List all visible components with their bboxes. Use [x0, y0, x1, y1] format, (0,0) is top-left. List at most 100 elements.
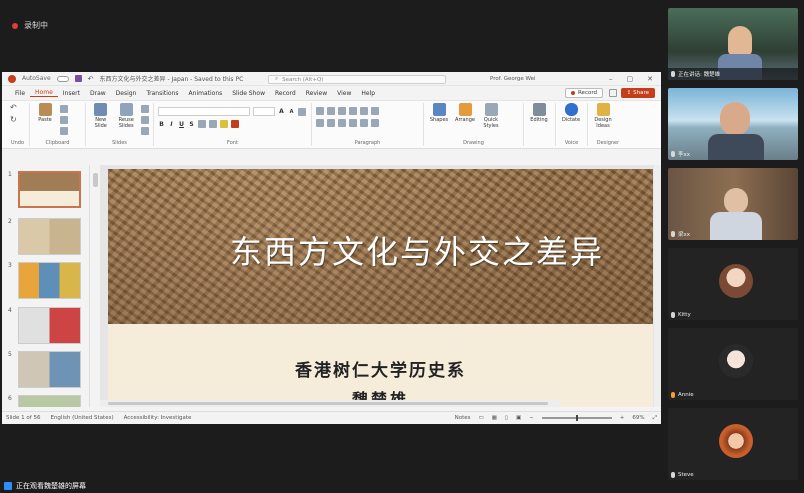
search-box[interactable]: ⌕ Search (Alt+Q) — [268, 75, 446, 84]
undo-icon[interactable]: ↶ — [10, 103, 17, 112]
notes-button[interactable]: Notes — [455, 415, 471, 421]
bullets-icon[interactable] — [316, 107, 324, 115]
redo-icon[interactable]: ↻ — [10, 115, 17, 124]
normal-view-icon[interactable]: ▭ — [479, 415, 484, 421]
minimize-icon[interactable]: – — [609, 75, 613, 83]
thumbnail-scrollbar[interactable] — [91, 165, 100, 407]
increase-indent-icon[interactable] — [349, 107, 357, 115]
section-icon[interactable] — [141, 127, 149, 135]
underline-button[interactable]: U — [178, 121, 185, 128]
zoom-knob[interactable] — [575, 415, 578, 421]
slide-thumbnail-5[interactable] — [18, 351, 81, 388]
slide-thumbnail-1[interactable] — [18, 171, 81, 208]
accessibility-status[interactable]: Accessibility: Investigate — [124, 415, 192, 421]
justify-icon[interactable] — [349, 119, 357, 127]
save-icon[interactable] — [74, 75, 82, 82]
tab-view[interactable]: View — [332, 90, 356, 97]
slide-thumbnail-6[interactable] — [18, 395, 81, 407]
zoom-out-icon[interactable]: − — [529, 415, 534, 421]
tab-home[interactable]: Home — [30, 89, 58, 97]
zoom-slider[interactable] — [541, 415, 612, 421]
numbering-icon[interactable] — [327, 107, 335, 115]
tab-help[interactable]: Help — [356, 90, 380, 97]
change-case-icon[interactable] — [209, 120, 217, 128]
italic-button[interactable]: I — [168, 121, 175, 128]
arrange-button[interactable]: Arrange — [454, 103, 476, 123]
paste-button[interactable]: Paste — [34, 103, 56, 123]
align-left-icon[interactable] — [316, 119, 324, 127]
tab-review[interactable]: Review — [301, 90, 332, 97]
tab-insert[interactable]: Insert — [58, 90, 85, 97]
font-name-input[interactable] — [158, 107, 250, 116]
share-button[interactable]: ⇪ Share — [620, 88, 655, 98]
slide-thumbnail-4[interactable] — [18, 307, 81, 344]
slide-sorter-icon[interactable]: ▦ — [492, 415, 497, 421]
tab-draw[interactable]: Draw — [85, 90, 111, 97]
participant-tile[interactable]: 李xx — [668, 88, 798, 160]
clear-format-icon[interactable] — [298, 107, 306, 116]
slide-title[interactable]: 东西方文化与外交之差异 — [230, 227, 604, 273]
slide-subtitle[interactable]: 香港树仁大学历史系 — [108, 356, 653, 381]
copy-icon[interactable] — [60, 116, 68, 124]
cut-icon[interactable] — [60, 105, 68, 113]
current-slide[interactable]: 东西方文化与外交之差异 香港树仁大学历史系 魏楚雄 — [108, 169, 653, 407]
tab-file[interactable]: File — [10, 90, 30, 97]
text-direction-icon[interactable] — [371, 107, 379, 115]
participant-tile[interactable]: 梁xx — [668, 168, 798, 240]
autosave-toggle[interactable] — [56, 75, 69, 82]
grow-font-button[interactable]: A — [278, 108, 285, 115]
maximize-icon[interactable]: ▢ — [627, 75, 634, 83]
bold-button[interactable]: B — [158, 121, 165, 128]
participant-tile[interactable]: 正在讲话: 魏楚雄 — [668, 8, 798, 80]
reading-view-icon[interactable]: ▯ — [505, 415, 508, 421]
design-ideas-button[interactable]: Design Ideas — [592, 103, 614, 129]
comments-icon[interactable] — [609, 89, 617, 97]
tab-animations[interactable]: Animations — [184, 90, 228, 97]
tab-record[interactable]: Record — [270, 90, 301, 97]
user-name[interactable]: Prof. George Wei — [490, 76, 536, 82]
slide-thumbnail-2[interactable] — [18, 218, 81, 255]
record-button[interactable]: Record — [564, 88, 603, 98]
tab-slide-show[interactable]: Slide Show — [227, 90, 270, 97]
zoom-level[interactable]: 69% — [632, 415, 644, 421]
char-spacing-icon[interactable] — [198, 120, 206, 128]
align-center-icon[interactable] — [327, 119, 335, 127]
language-status[interactable]: English (United States) — [50, 415, 113, 421]
participant-tile[interactable]: Kitty — [668, 248, 798, 320]
font-size-input[interactable] — [253, 107, 275, 116]
reuse-slides-button[interactable]: Reuse Slides — [116, 103, 138, 129]
columns-icon[interactable] — [360, 119, 368, 127]
participant-tile[interactable]: Steve — [668, 408, 798, 480]
decrease-indent-icon[interactable] — [338, 107, 346, 115]
participants-icon[interactable] — [4, 482, 12, 490]
font-color-icon[interactable] — [231, 120, 239, 128]
zoom-in-icon[interactable]: + — [620, 415, 625, 421]
align-right-icon[interactable] — [338, 119, 346, 127]
editing-button[interactable]: Editing — [528, 103, 550, 123]
slide-thumbnail-3[interactable] — [18, 262, 81, 299]
participant-tile[interactable]: Annie — [668, 328, 798, 400]
slide-scrollbar[interactable] — [654, 165, 661, 407]
tab-transitions[interactable]: Transitions — [141, 90, 183, 97]
dictate-label: Dictate — [561, 117, 581, 123]
layout-icon[interactable] — [141, 105, 149, 113]
close-icon[interactable]: ✕ — [647, 75, 653, 83]
new-slide-button[interactable]: New Slide — [90, 103, 112, 129]
scroll-thumb[interactable] — [93, 173, 98, 187]
horizontal-scrollbar[interactable] — [100, 400, 560, 407]
shadow-button[interactable]: S — [188, 121, 195, 128]
fit-slide-icon[interactable]: ⤢ — [653, 415, 657, 422]
reset-icon[interactable] — [141, 116, 149, 124]
line-spacing-icon[interactable] — [360, 107, 368, 115]
highlight-icon[interactable] — [220, 120, 228, 128]
smartart-icon[interactable] — [371, 119, 379, 127]
shapes-button[interactable]: Shapes — [428, 103, 450, 123]
tab-design[interactable]: Design — [111, 90, 142, 97]
quick-styles-button[interactable]: Quick Styles — [480, 103, 502, 129]
hscroll-thumb[interactable] — [108, 402, 548, 405]
undo-icon[interactable]: ↶ — [88, 75, 94, 83]
dictate-button[interactable]: Dictate — [560, 103, 582, 123]
shrink-font-button[interactable]: A — [288, 109, 295, 115]
slideshow-icon[interactable]: ▣ — [516, 415, 521, 421]
format-painter-icon[interactable] — [60, 127, 68, 135]
